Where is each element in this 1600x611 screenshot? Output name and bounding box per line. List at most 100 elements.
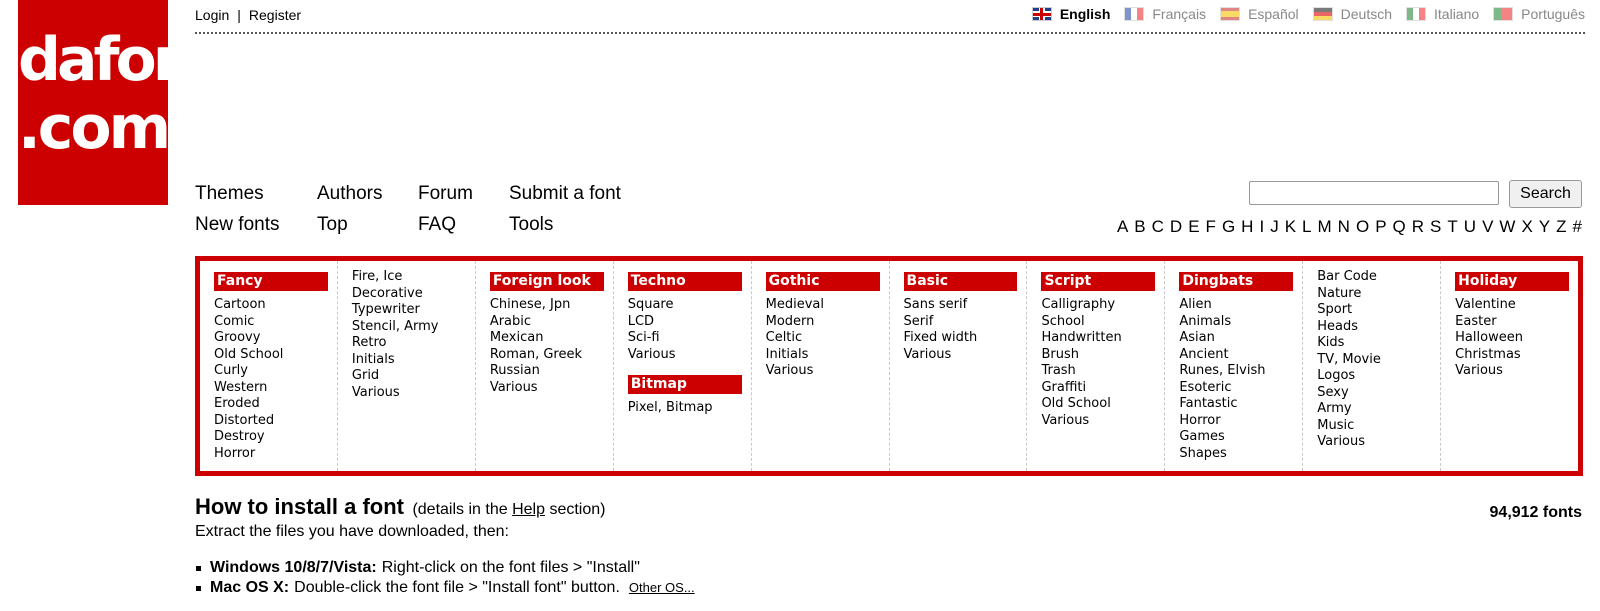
category-link[interactable]: Fire, Ice: [352, 269, 466, 286]
category-link[interactable]: Music: [1317, 418, 1431, 435]
alphabet-letter-link[interactable]: N: [1338, 217, 1350, 237]
category-bitmap[interactable]: Bitmap: [627, 375, 742, 394]
category-link[interactable]: Celtic: [766, 330, 880, 347]
category-link[interactable]: Initials: [766, 347, 880, 364]
category-link[interactable]: Asian: [1179, 330, 1293, 347]
category-link[interactable]: Various: [904, 347, 1018, 364]
language-italiano[interactable]: Italiano: [1406, 6, 1479, 22]
search-button[interactable]: Search: [1509, 180, 1582, 208]
language-deutsch[interactable]: Deutsch: [1312, 6, 1392, 22]
category-link[interactable]: Shapes: [1179, 446, 1293, 463]
language-espanol[interactable]: Español: [1220, 6, 1299, 22]
category-link[interactable]: Groovy: [214, 330, 328, 347]
category-link[interactable]: Army: [1317, 401, 1431, 418]
alphabet-letter-link[interactable]: T: [1447, 217, 1457, 237]
category-link[interactable]: Animals: [1179, 314, 1293, 331]
alphabet-letter-link[interactable]: B: [1134, 217, 1145, 237]
alphabet-letter-link[interactable]: D: [1170, 217, 1182, 237]
category-link[interactable]: Western: [214, 380, 328, 397]
category-link[interactable]: Calligraphy: [1041, 297, 1155, 314]
nav-authors[interactable]: Authors: [317, 183, 382, 205]
nav-top[interactable]: Top: [317, 214, 348, 236]
category-link[interactable]: Various: [628, 347, 742, 364]
category-link[interactable]: Retro: [352, 335, 466, 352]
category-link[interactable]: Typewriter: [352, 302, 466, 319]
alphabet-letter-link[interactable]: J: [1270, 217, 1279, 237]
other-os-link[interactable]: Other OS...: [629, 578, 695, 598]
category-link[interactable]: Various: [1041, 413, 1155, 430]
language-francais[interactable]: Français: [1124, 6, 1206, 22]
category-link[interactable]: Runes, Elvish: [1179, 363, 1293, 380]
alphabet-letter-link[interactable]: R: [1412, 217, 1424, 237]
nav-themes[interactable]: Themes: [195, 183, 264, 205]
category-link[interactable]: Russian: [490, 363, 604, 380]
category-link[interactable]: Easter: [1455, 314, 1569, 331]
category-link[interactable]: Fantastic: [1179, 396, 1293, 413]
category-techno[interactable]: Techno: [627, 272, 742, 291]
category-link[interactable]: Sci-fi: [628, 330, 742, 347]
category-link[interactable]: Sport: [1317, 302, 1431, 319]
help-link[interactable]: Help: [512, 501, 545, 518]
category-link[interactable]: School: [1041, 314, 1155, 331]
category-link[interactable]: Sexy: [1317, 385, 1431, 402]
category-link[interactable]: Halloween: [1455, 330, 1569, 347]
category-link[interactable]: Curly: [214, 363, 328, 380]
category-link[interactable]: Stencil, Army: [352, 319, 466, 336]
category-link[interactable]: LCD: [628, 314, 742, 331]
alphabet-letter-link[interactable]: O: [1356, 217, 1369, 237]
dafont-logo[interactable]: dafont .com: [18, 0, 168, 205]
category-link[interactable]: Bar Code: [1317, 269, 1431, 286]
category-link[interactable]: Cartoon: [214, 297, 328, 314]
category-link[interactable]: Logos: [1317, 368, 1431, 385]
category-link[interactable]: Alien: [1179, 297, 1293, 314]
category-link[interactable]: Destroy: [214, 429, 328, 446]
category-link[interactable]: Eroded: [214, 396, 328, 413]
alphabet-letter-link[interactable]: U: [1464, 217, 1476, 237]
category-link[interactable]: Various: [352, 385, 466, 402]
category-basic[interactable]: Basic: [903, 272, 1018, 291]
alphabet-letter-link[interactable]: C: [1152, 217, 1164, 237]
alphabet-letter-link[interactable]: Q: [1393, 217, 1406, 237]
category-fancy[interactable]: Fancy: [214, 272, 328, 291]
alphabet-letter-link[interactable]: P: [1375, 217, 1386, 237]
nav-faq[interactable]: FAQ: [418, 214, 456, 236]
alphabet-letter-link[interactable]: S: [1430, 217, 1441, 237]
category-link[interactable]: Valentine: [1455, 297, 1569, 314]
category-link[interactable]: Horror: [214, 446, 328, 463]
alphabet-letter-link[interactable]: W: [1499, 217, 1515, 237]
alphabet-letter-link[interactable]: K: [1285, 217, 1296, 237]
category-foreign-look[interactable]: Foreign look: [489, 272, 604, 291]
category-link[interactable]: Modern: [766, 314, 880, 331]
register-link[interactable]: Register: [249, 7, 301, 23]
category-link[interactable]: Nature: [1317, 286, 1431, 303]
nav-submit-font[interactable]: Submit a font: [509, 183, 621, 205]
category-link[interactable]: Handwritten: [1041, 330, 1155, 347]
alphabet-letter-link[interactable]: X: [1521, 217, 1532, 237]
category-link[interactable]: Arabic: [490, 314, 604, 331]
category-link[interactable]: Initials: [352, 352, 466, 369]
category-dingbats[interactable]: Dingbats: [1179, 272, 1294, 291]
category-link[interactable]: Games: [1179, 429, 1293, 446]
alphabet-letter-link[interactable]: V: [1482, 217, 1493, 237]
language-portugues[interactable]: Português: [1493, 6, 1585, 22]
category-link[interactable]: Pixel, Bitmap: [628, 400, 742, 417]
language-english[interactable]: English: [1031, 6, 1110, 22]
category-link[interactable]: Chinese, Jpn: [490, 297, 604, 314]
category-link[interactable]: Ancient: [1179, 347, 1293, 364]
category-link[interactable]: Various: [766, 363, 880, 380]
category-link[interactable]: Various: [1317, 434, 1431, 451]
category-link[interactable]: Grid: [352, 368, 466, 385]
category-link[interactable]: Medieval: [766, 297, 880, 314]
category-link[interactable]: TV, Movie: [1317, 352, 1431, 369]
alphabet-letter-link[interactable]: F: [1206, 217, 1216, 237]
nav-new-fonts[interactable]: New fonts: [195, 214, 279, 236]
category-link[interactable]: Old School: [214, 347, 328, 364]
category-gothic[interactable]: Gothic: [765, 272, 880, 291]
category-link[interactable]: Various: [1455, 363, 1569, 380]
category-link[interactable]: Mexican: [490, 330, 604, 347]
category-link[interactable]: Sans serif: [904, 297, 1018, 314]
category-link[interactable]: Fixed width: [904, 330, 1018, 347]
category-link[interactable]: Trash: [1041, 363, 1155, 380]
nav-forum[interactable]: Forum: [418, 183, 473, 205]
category-link[interactable]: Serif: [904, 314, 1018, 331]
